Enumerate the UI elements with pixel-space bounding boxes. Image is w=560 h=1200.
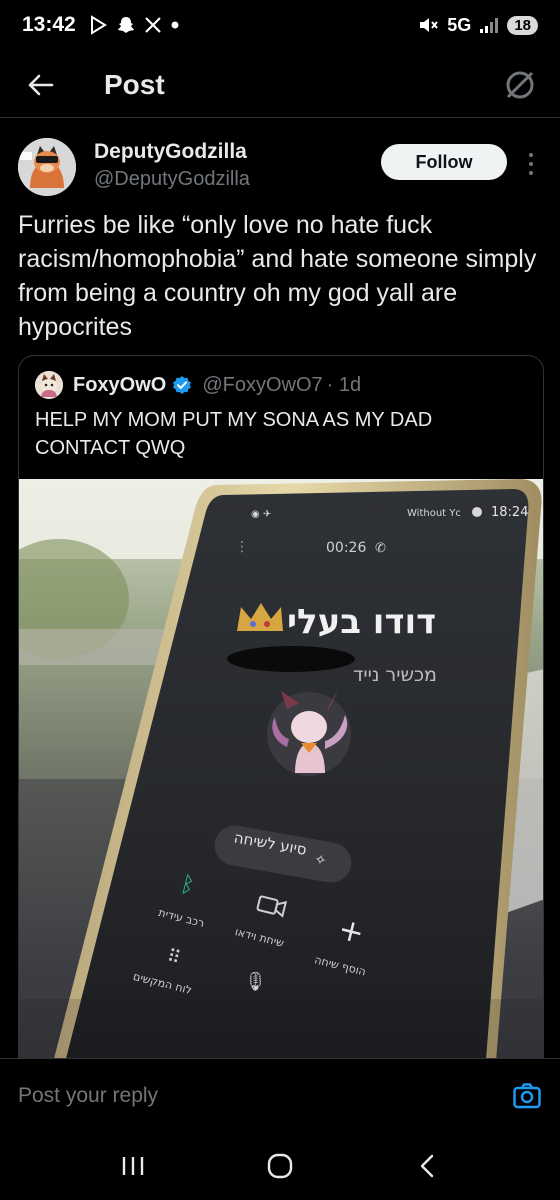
photo-contact-sub: מכשיר נייד — [353, 664, 437, 686]
more-options-button[interactable] — [522, 146, 540, 182]
play-store-icon — [90, 15, 107, 35]
x-icon — [144, 17, 161, 33]
more-dot — [529, 171, 533, 175]
avatar-image — [18, 138, 76, 196]
quoted-post-header: FoxyOwO @FoxyOwO7 · 1d — [35, 370, 361, 400]
photo-status-text: Without Yc — [407, 508, 461, 519]
status-bar: 13:42 5G 18 — [0, 0, 560, 50]
quoted-photo[interactable]: Without Yc 18:24 ◉ ✈ 00:26 ✆ ⋮ דודו בעלי… — [19, 479, 543, 1084]
signal-icon — [480, 18, 499, 33]
photo-phone-glyph: ✆ — [375, 541, 386, 556]
snapchat-icon — [117, 17, 134, 33]
quoted-avatar-image — [35, 371, 63, 399]
camera-icon[interactable] — [512, 1081, 542, 1111]
grok-icon[interactable] — [502, 67, 538, 103]
quoted-time: · 1d — [326, 373, 362, 396]
verified-badge-icon — [173, 376, 192, 394]
author-avatar[interactable] — [18, 138, 76, 196]
photo-redaction — [227, 646, 355, 672]
home-button[interactable] — [260, 1146, 300, 1186]
post: DeputyGodzilla @DeputyGodzilla Follow Fu… — [0, 120, 560, 1085]
quoted-display-name: FoxyOwO — [73, 373, 167, 396]
follow-button[interactable]: Follow — [381, 144, 507, 180]
dot-icon — [171, 21, 179, 29]
reply-input[interactable] — [18, 1083, 512, 1108]
author-display-name[interactable]: DeputyGodzilla — [94, 140, 247, 164]
quoted-author-avatar — [35, 371, 63, 399]
photo-call-timer: 00:26 — [326, 540, 366, 556]
more-dot — [529, 153, 533, 157]
photo-contact-name: דודו בעלי — [287, 602, 436, 642]
post-text: Furries be like “only love no hate fuck … — [18, 211, 537, 341]
page-title: Post — [104, 68, 165, 100]
phone-photo: Without Yc 18:24 ◉ ✈ 00:26 ✆ ⋮ דודו בעלי… — [19, 479, 543, 1084]
author-handle[interactable]: @DeputyGodzilla — [94, 168, 250, 191]
system-back-button[interactable] — [407, 1146, 447, 1186]
back-button[interactable] — [0, 52, 80, 118]
arrow-left-icon — [28, 74, 54, 95]
photo-menu-dots: ⋮ — [235, 539, 249, 555]
chevron-left-icon — [420, 1154, 433, 1178]
recents-button[interactable] — [113, 1146, 153, 1186]
author-row: DeputyGodzilla @DeputyGodzilla Follow — [0, 120, 560, 210]
status-right: 5G 18 — [417, 15, 538, 36]
mute-icon — [420, 18, 439, 32]
photo-status-time: 18:24 — [491, 505, 528, 520]
top-app-bar: Post — [0, 52, 560, 118]
reply-bar — [0, 1058, 560, 1132]
photo-status-icons: ◉ ✈ — [251, 509, 271, 520]
battery-icon: 18 — [507, 15, 538, 35]
status-time: 13:42 — [22, 13, 76, 36]
home-icon — [267, 1153, 293, 1179]
quoted-post-text: HELP MY MOM PUT MY SONA AS MY DAD CONTAC… — [35, 409, 433, 459]
status-notification-icons — [88, 15, 180, 35]
system-nav-bar — [0, 1132, 560, 1200]
more-dot — [529, 162, 533, 166]
quoted-handle: @FoxyOwO7 — [202, 373, 323, 396]
quoted-post[interactable]: FoxyOwO @FoxyOwO7 · 1d HELP MY MOM PUT M… — [18, 355, 544, 1085]
network-label: 5G — [447, 14, 472, 35]
recents-icon — [123, 1157, 144, 1175]
